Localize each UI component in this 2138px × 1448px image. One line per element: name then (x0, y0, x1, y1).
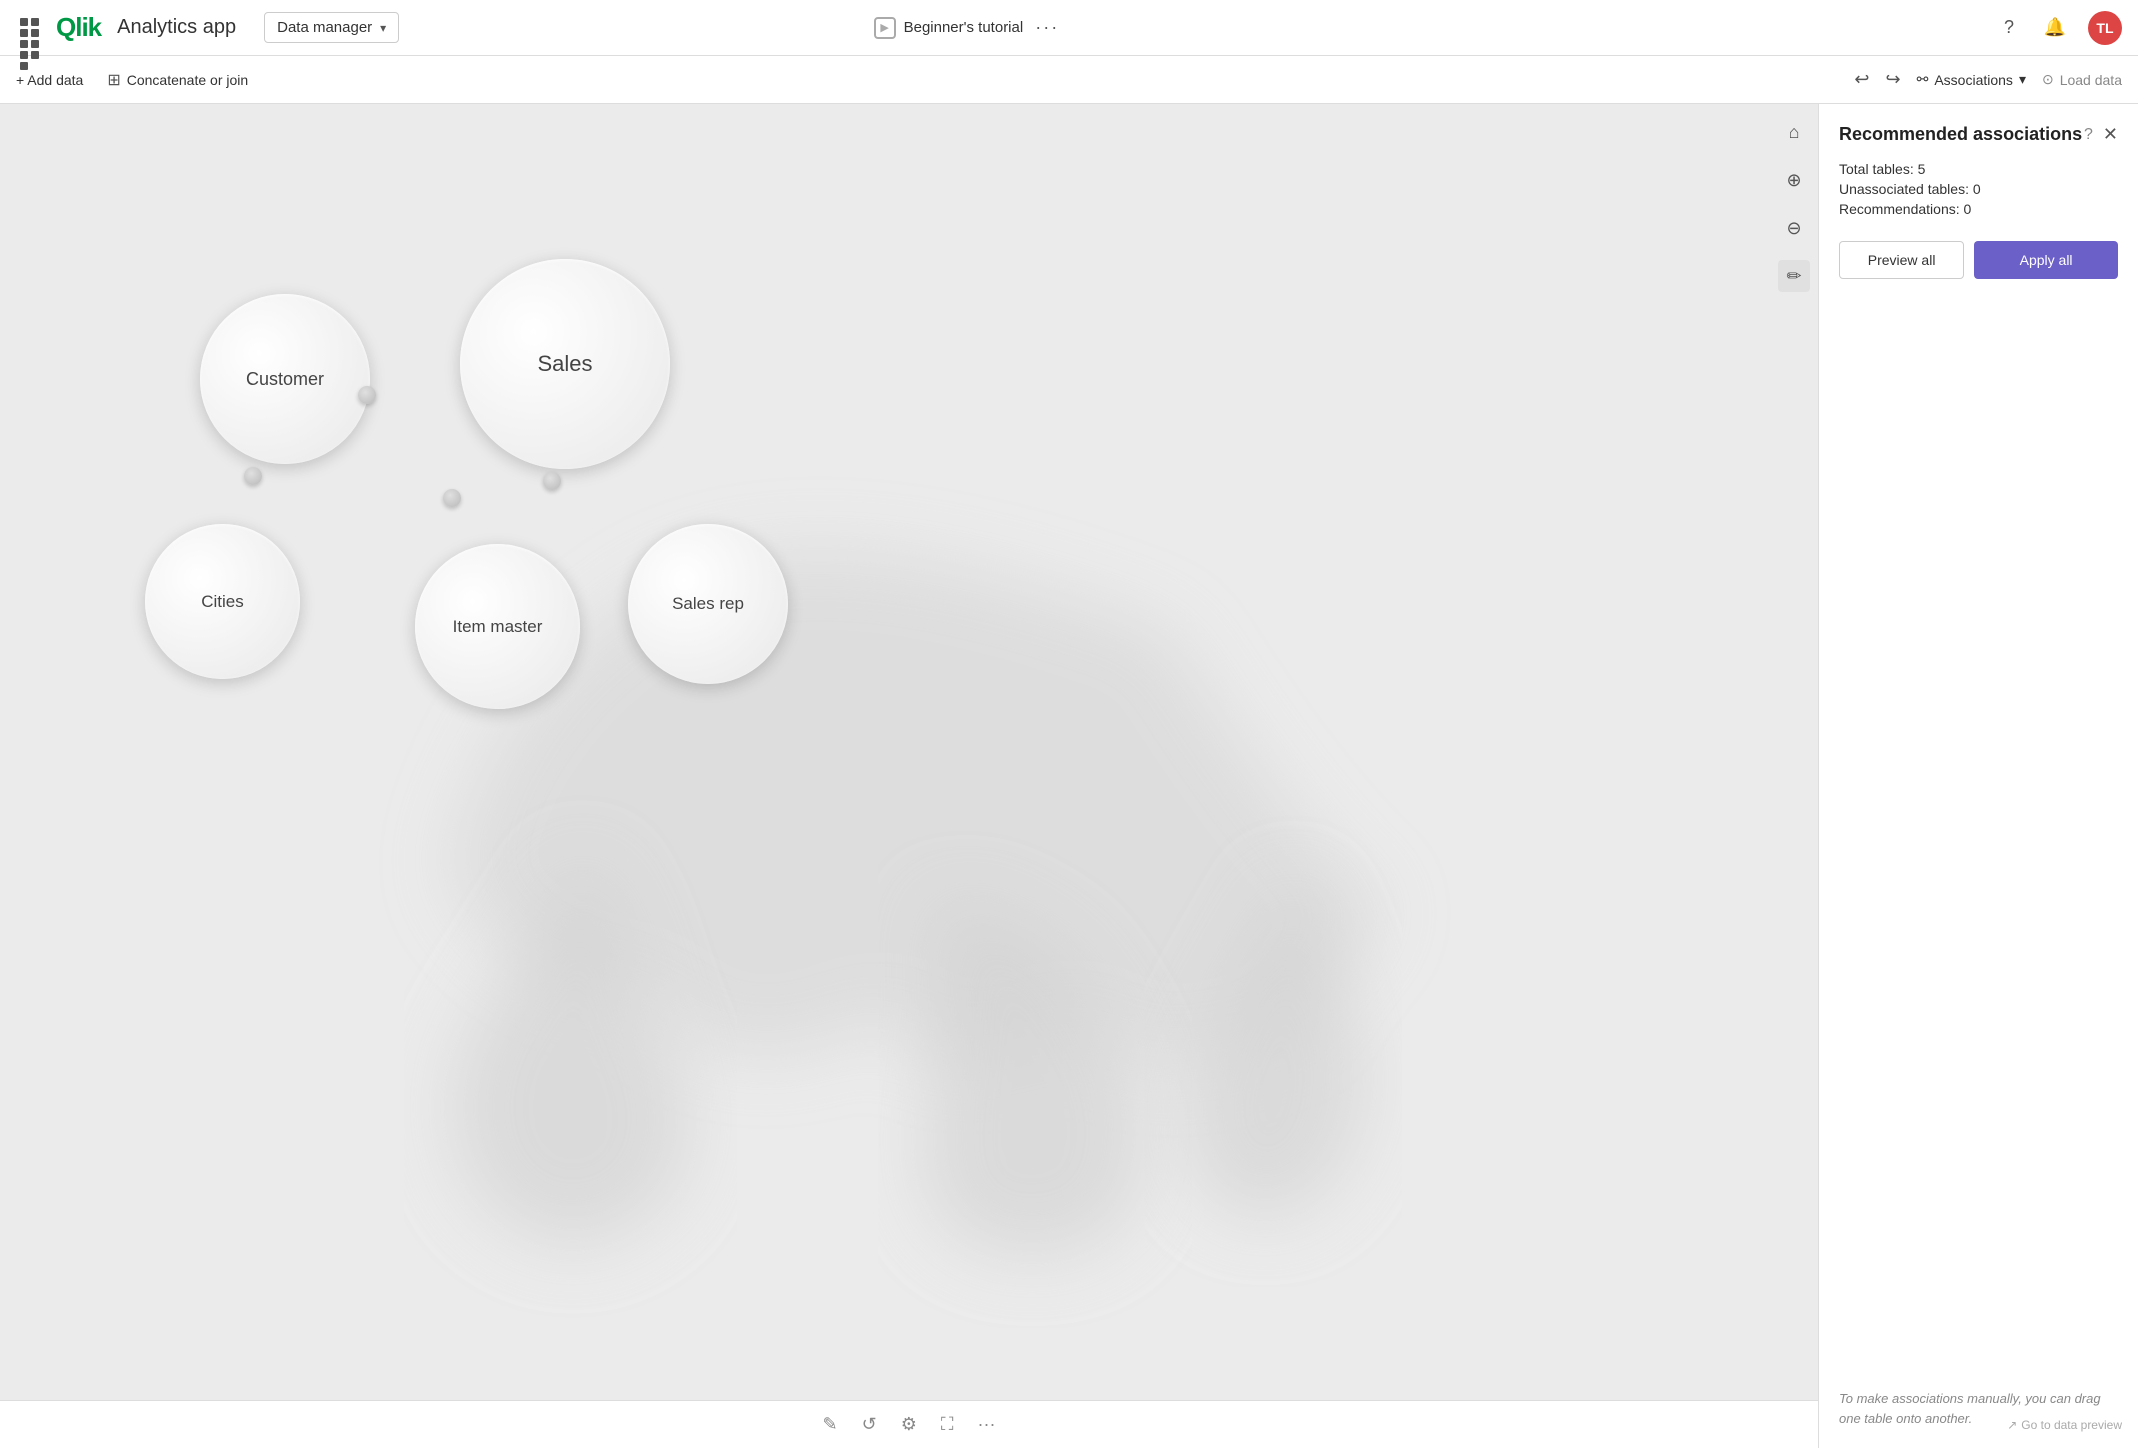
connection-dot-3 (443, 489, 461, 507)
panel-stats: Total tables: 5 Unassociated tables: 0 R… (1839, 161, 2118, 221)
avatar[interactable]: TL (2088, 11, 2122, 45)
canvas-area[interactable]: ⌂ ⊕ ⊖ ✏ Customer (0, 104, 1818, 1448)
fit-view-button[interactable]: ⌂ (1778, 116, 1810, 148)
connection-dot-1 (358, 386, 376, 404)
panel-title: Recommended associations (1839, 124, 2082, 145)
panel-actions: Preview all Apply all (1839, 241, 2118, 279)
brush-button[interactable]: ✏ (1778, 260, 1810, 292)
panel-header: Recommended associations ? ✕ (1839, 124, 2118, 145)
undo-button[interactable]: ↩ (1854, 69, 1869, 90)
right-panel: Recommended associations ? ✕ Total table… (1818, 104, 2138, 1448)
canvas-tools: ⌂ ⊕ ⊖ ✏ (1770, 104, 1818, 304)
redo-button[interactable]: ↪ (1886, 69, 1901, 90)
help-icon[interactable]: ? (1996, 15, 2022, 41)
item-master-node[interactable]: Item master (415, 544, 580, 709)
associations-icon: ⚯ (1917, 71, 1929, 88)
sales-rep-node[interactable]: Sales rep (628, 524, 788, 684)
qlik-logo: Qlik (56, 12, 101, 43)
connection-dot-2 (244, 467, 262, 485)
concatenate-icon: ⊞ (107, 70, 120, 90)
nav-center: ▶ Beginner's tutorial ··· (874, 17, 1060, 39)
load-data-button[interactable]: ⊙ Load data (2042, 71, 2122, 88)
data-manager-dropdown[interactable]: Data manager ▾ (264, 12, 399, 43)
app-title: Analytics app (117, 16, 236, 39)
customer-node[interactable]: Customer (200, 294, 370, 464)
panel-close-icon[interactable]: ✕ (2103, 124, 2118, 145)
toolbar: + Add data ⊞ Concatenate or join ↩ ↪ ⚯ A… (0, 56, 2138, 104)
data-preview-icon: ↗ (2007, 1418, 2017, 1432)
preview-all-button[interactable]: Preview all (1839, 241, 1964, 279)
unassociated-tables-stat: Unassociated tables: 0 (1839, 181, 2118, 197)
toolbar-right: ↩ ↪ ⚯ Associations ▾ ⊙ Load data (1854, 69, 2122, 90)
total-tables-stat: Total tables: 5 (1839, 161, 2118, 177)
load-data-icon: ⊙ (2042, 71, 2054, 88)
data-preview-link[interactable]: ↗ Go to data preview (2007, 1418, 2122, 1432)
connection-dot-4 (543, 472, 561, 490)
grid-menu-icon[interactable] (16, 14, 44, 42)
chevron-down-icon: ▾ (380, 21, 386, 35)
associations-chevron-icon: ▾ (2019, 71, 2026, 88)
more-options-icon[interactable]: ··· (1035, 17, 1059, 38)
apply-all-button[interactable]: Apply all (1974, 241, 2118, 279)
zoom-in-button[interactable]: ⊕ (1778, 164, 1810, 196)
recommendations-stat: Recommendations: 0 (1839, 201, 2118, 217)
concatenate-join-button[interactable]: ⊞ Concatenate or join (107, 70, 248, 90)
nav-right: ? 🔔 TL (1996, 11, 2122, 45)
panel-header-icons: ? ✕ (2084, 124, 2118, 145)
add-data-button[interactable]: + Add data (16, 72, 83, 88)
zoom-out-button[interactable]: ⊖ (1778, 212, 1810, 244)
notifications-icon[interactable]: 🔔 (2042, 15, 2068, 41)
associations-button[interactable]: ⚯ Associations ▾ (1917, 71, 2026, 88)
panel-info-icon[interactable]: ? (2084, 126, 2093, 144)
main-area: ⌂ ⊕ ⊖ ✏ Customer (0, 104, 2138, 1448)
tutorial-button[interactable]: ▶ Beginner's tutorial (874, 17, 1024, 39)
sales-node[interactable]: Sales (460, 259, 670, 469)
tutorial-icon: ▶ (874, 17, 896, 39)
cities-node[interactable]: Cities (145, 524, 300, 679)
top-nav: Qlik Analytics app Data manager ▾ ▶ Begi… (0, 0, 2138, 56)
